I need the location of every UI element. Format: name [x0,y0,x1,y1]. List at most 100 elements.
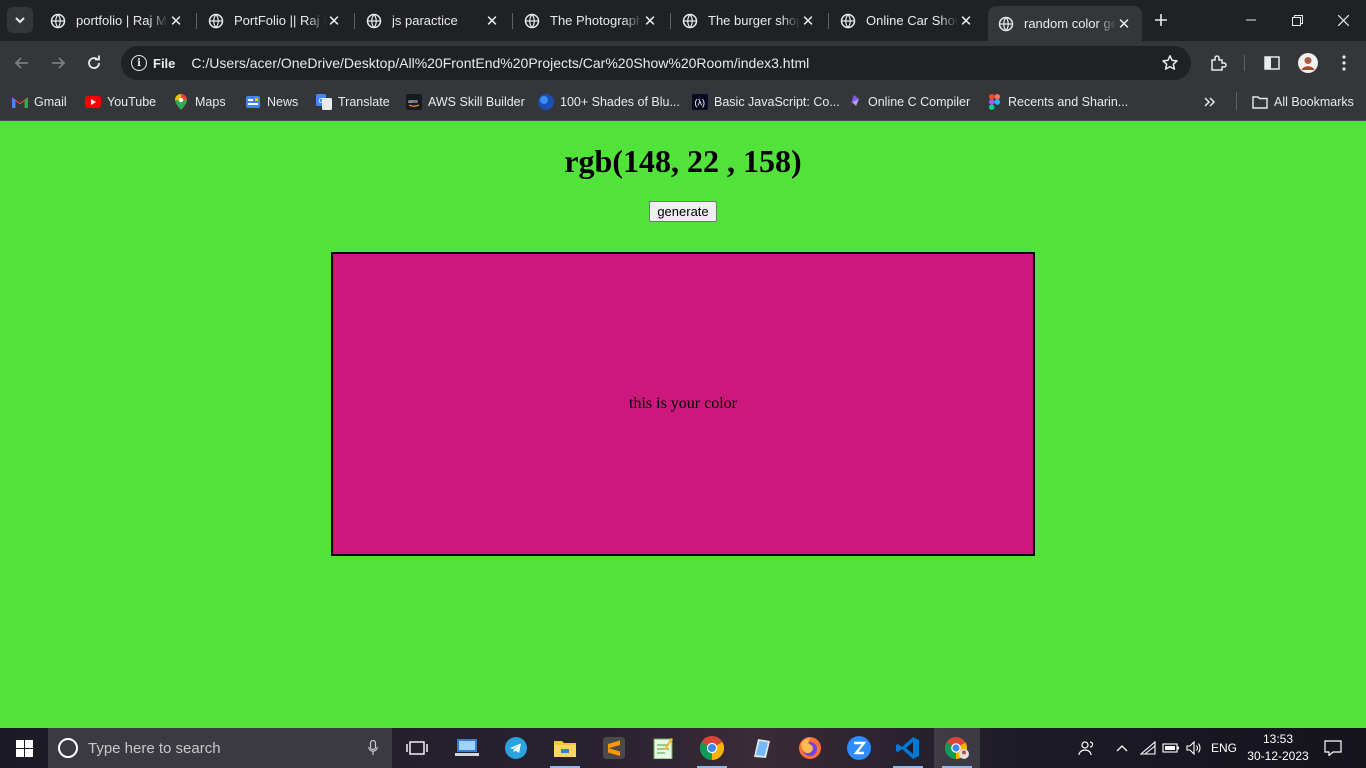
tab-title: portfolio | Raj Mi [76,13,168,28]
start-button[interactable] [0,728,48,768]
volume-icon[interactable] [1184,728,1204,768]
forward-button[interactable] [44,49,72,77]
tab-search-button[interactable] [7,7,33,33]
url-text[interactable]: C:/Users/acer/OneDrive/Desktop/All%20Fro… [191,55,809,71]
site-chip-label: File [153,55,176,71]
task-view-button[interactable] [394,728,440,768]
bookmark-online-c-compiler[interactable]: Online C Compiler [846,92,970,112]
telegram-icon [505,737,527,759]
tab-title: js paractice [392,13,458,28]
more-bookmarks-button[interactable] [1204,92,1216,112]
taskbar-app-notepad[interactable] [640,728,686,768]
tab-5[interactable]: Online Car Show ✕ [830,6,984,35]
close-icon[interactable]: ✕ [1116,16,1132,33]
reload-icon [88,55,100,69]
bookmark-label: Basic JavaScript: Co... [714,95,840,109]
globe-icon [840,13,856,28]
browser-toolbar: i File C:/Users/acer/OneDrive/Desktop/Al… [0,41,1366,84]
svg-text:aws: aws [408,99,418,105]
bookmark-star-icon[interactable] [1161,54,1179,77]
bookmark-translate[interactable]: G Translate [316,92,390,112]
minimize-button[interactable] [1228,0,1274,40]
info-icon: i [131,55,147,71]
globe-blue-icon [538,94,554,110]
battery-icon[interactable] [1160,728,1182,768]
taskbar-app-chrome[interactable] [689,728,735,768]
bookmark-maps[interactable]: Maps [173,92,226,112]
bookmark-youtube[interactable]: YouTube [85,92,156,112]
wifi-icon[interactable] [1138,728,1158,768]
close-window-button[interactable] [1320,0,1366,40]
tab-3[interactable]: The Photograph ✕ [514,6,668,35]
globe-icon [366,13,382,28]
bookmark-gmail[interactable]: Gmail [12,92,67,112]
globe-icon [682,13,698,28]
notifications-icon[interactable] [1320,728,1346,768]
taskbar-app-vscode[interactable] [885,728,931,768]
close-icon[interactable]: ✕ [326,13,342,30]
close-icon[interactable]: ✕ [958,13,974,30]
close-icon[interactable]: ✕ [800,13,816,30]
gmail-icon [12,94,28,110]
chrome-icon [700,736,724,760]
close-icon[interactable]: ✕ [168,13,184,30]
svg-text:G: G [319,98,324,105]
back-button[interactable] [8,49,36,77]
bookmark-news[interactable]: News [245,92,298,112]
tab-title: Online Car Show [866,13,958,28]
close-icon [1337,14,1349,26]
tab-4[interactable]: The burger shop ✕ [672,6,826,35]
globe-icon [524,13,540,28]
close-icon[interactable]: ✕ [642,13,658,30]
site-info-chip[interactable]: i File [129,50,183,76]
bookmark-figma[interactable]: Recents and Sharin... [986,92,1128,112]
taskbar-app-chrome-profile[interactable] [934,728,980,768]
system-clock[interactable]: 13:53 30-12-2023 [1246,731,1310,765]
globe-icon [50,13,66,28]
notepad-icon [653,738,673,759]
taskbar-app-sublime-text[interactable] [591,728,637,768]
tab-1[interactable]: PortFolio || Raj M ✕ [198,6,352,35]
chevron-up-icon[interactable] [1112,728,1132,768]
people-icon[interactable] [1074,728,1100,768]
tab-divider [354,13,355,29]
tab-active[interactable]: random color ge ✕ [988,6,1142,41]
tab-title: random color ge [1024,16,1116,31]
restore-button[interactable] [1274,0,1320,40]
close-icon[interactable]: ✕ [484,13,500,30]
generate-button[interactable]: generate [649,201,717,222]
reload-button[interactable] [80,49,108,77]
bookmark-shades-of-blue[interactable]: 100+ Shades of Blu... [538,92,680,112]
maps-icon [173,94,189,110]
kebab-menu-icon[interactable] [1330,49,1358,77]
taskbar-app-firefox[interactable] [787,728,833,768]
taskbar-app-zoom[interactable] [836,728,882,768]
notes-icon [754,739,770,758]
profile-avatar[interactable] [1294,49,1322,77]
folder-icon [554,741,576,757]
tab-divider [512,13,513,29]
language-indicator[interactable]: ENG [1208,728,1240,768]
taskbar-app-desktop-pc[interactable] [444,728,490,768]
taskbar-search-box[interactable]: Type here to search [48,728,392,768]
all-bookmarks-button[interactable]: All Bookmarks [1252,92,1354,112]
taskbar-app-file-explorer[interactable] [542,728,588,768]
new-tab-button[interactable] [1150,9,1172,31]
translate-icon: G [316,94,332,110]
clock-time: 13:53 [1262,732,1294,746]
all-bookmarks-label: All Bookmarks [1274,95,1354,109]
bookmarks-bar: Gmail YouTube Maps News G Translate aws … [0,84,1366,121]
tab-title: The Photograph [550,13,642,28]
taskbar-app-telegram[interactable] [493,728,539,768]
bookmark-basic-javascript[interactable]: (λ) Basic JavaScript: Co... [692,92,840,112]
taskbar-app-notes[interactable] [738,728,784,768]
side-panel-icon[interactable] [1258,49,1286,77]
extensions-icon[interactable] [1204,49,1232,77]
microphone-icon[interactable] [368,740,378,756]
chevron-down-icon [15,17,25,24]
bookmark-aws[interactable]: aws AWS Skill Builder [406,92,525,112]
color-preview-box: this is your color [331,252,1035,556]
tab-2[interactable]: js paractice ✕ [356,6,510,35]
tab-0[interactable]: portfolio | Raj Mi ✕ [40,6,194,35]
address-bar[interactable]: i File C:/Users/acer/OneDrive/Desktop/Al… [121,46,1191,80]
